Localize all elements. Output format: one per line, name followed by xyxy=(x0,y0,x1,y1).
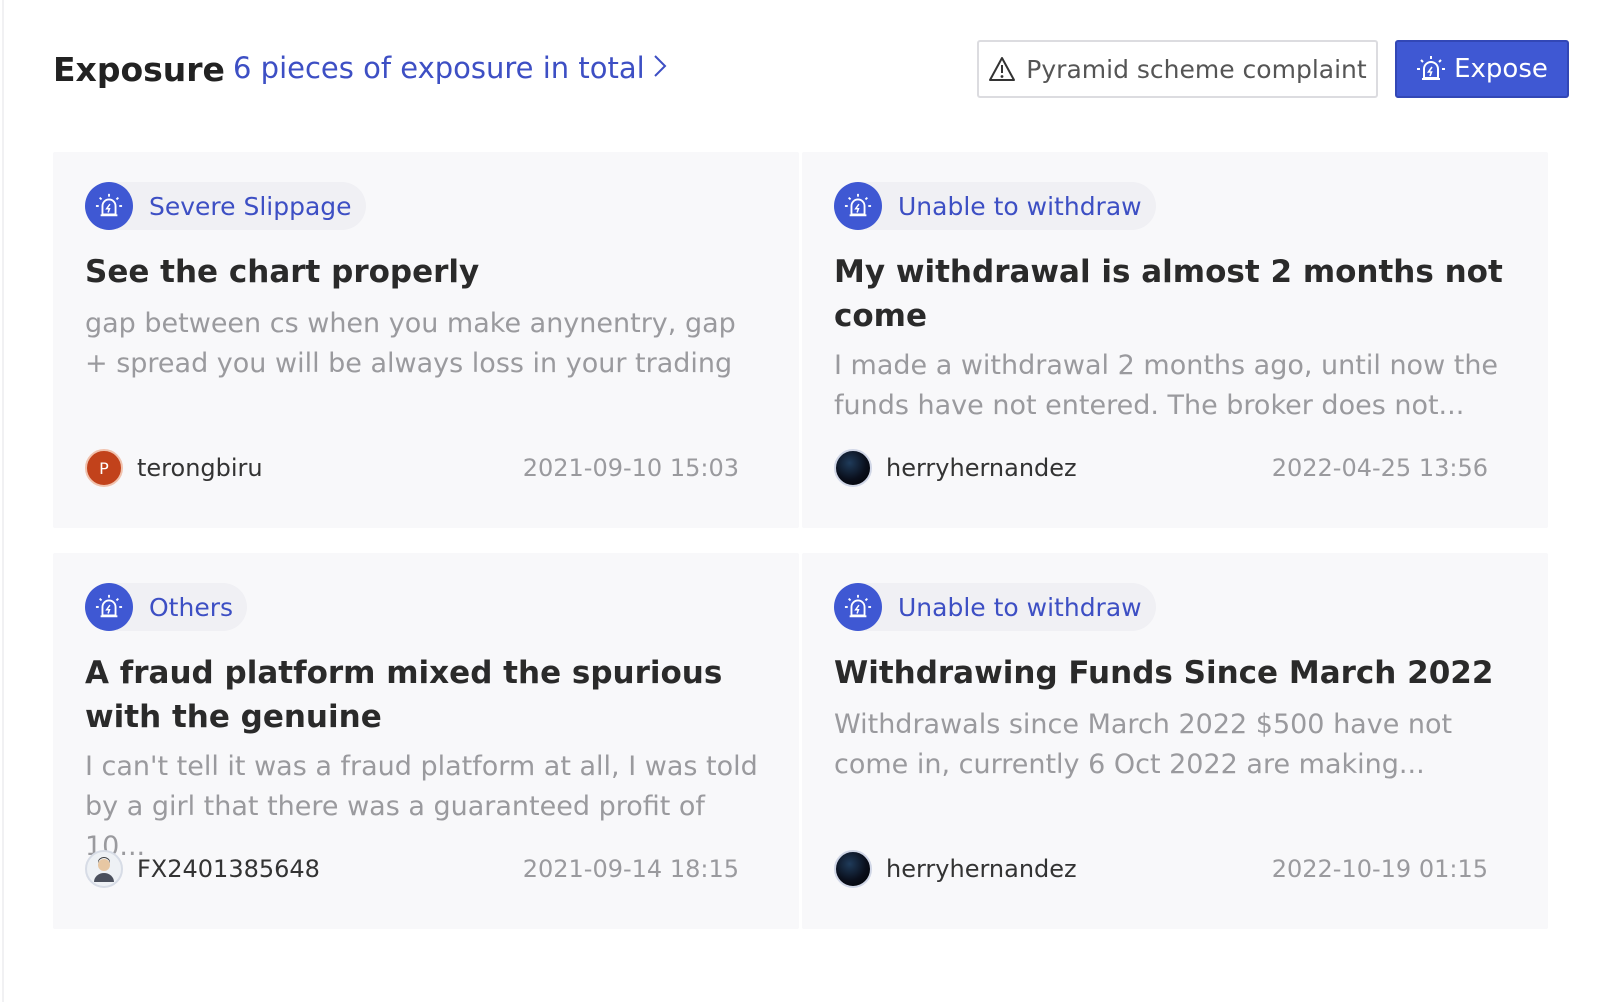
card-title: See the chart properly xyxy=(85,254,480,290)
author-name[interactable]: FX2401385648 xyxy=(137,855,320,883)
pyramid-scheme-complaint-button[interactable]: Pyramid scheme complaint xyxy=(977,40,1378,98)
card-excerpt: I made a withdrawal 2 months ago, until … xyxy=(834,350,1499,421)
card-footer: FX2401385648 2021-09-14 18:15 xyxy=(85,849,739,889)
exposure-card[interactable]: Unable to withdraw Withdrawing Funds Sin… xyxy=(802,553,1548,929)
expose-button[interactable]: Expose xyxy=(1395,40,1569,98)
avatar xyxy=(85,850,123,888)
avatar xyxy=(834,449,872,487)
post-date: 2022-04-25 13:56 xyxy=(1271,454,1488,482)
category-tag-label: Unable to withdraw xyxy=(898,191,1142,221)
card-title: My withdrawal is almost 2 months not com… xyxy=(834,254,1503,334)
card-footer: P terongbiru 2021-09-10 15:03 xyxy=(85,448,739,488)
card-excerpt: gap between cs when you make anynentry, … xyxy=(85,308,736,379)
category-tag-label: Others xyxy=(149,592,234,622)
card-excerpt: Withdrawals since March 2022 $500 have n… xyxy=(834,709,1453,780)
left-divider xyxy=(2,0,4,1002)
alarm-icon xyxy=(85,583,133,631)
category-tag: Others xyxy=(85,583,248,631)
category-tag-label: Severe Slippage xyxy=(149,191,352,221)
alarm-icon xyxy=(1416,54,1446,84)
category-tag-label: Unable to withdraw xyxy=(898,592,1142,622)
exposure-card[interactable]: Others A fraud platform mixed the spurio… xyxy=(53,553,799,929)
section-title: Exposure xyxy=(53,50,225,89)
complaint-button-label: Pyramid scheme complaint xyxy=(1026,54,1367,84)
avatar: P xyxy=(85,449,123,487)
author-name[interactable]: herryhernandez xyxy=(886,454,1077,482)
card-footer: herryhernandez 2022-10-19 01:15 xyxy=(834,849,1488,889)
alarm-icon xyxy=(834,182,882,230)
exposure-page: Exposure 6 pieces of exposure in total P… xyxy=(0,0,1610,1002)
exposure-header: Exposure 6 pieces of exposure in total P… xyxy=(53,38,1570,100)
alarm-icon xyxy=(85,182,133,230)
avatar-letter: P xyxy=(99,458,109,478)
total-exposure-link[interactable]: 6 pieces of exposure in total xyxy=(233,51,667,85)
total-exposure-label: 6 pieces of exposure in total xyxy=(233,51,645,85)
alarm-icon xyxy=(834,583,882,631)
card-footer: herryhernandez 2022-04-25 13:56 xyxy=(834,448,1488,488)
user-avatar-icon xyxy=(94,857,114,882)
author-name[interactable]: terongbiru xyxy=(137,454,263,482)
post-date: 2021-09-10 15:03 xyxy=(522,454,739,482)
card-title: Withdrawing Funds Since March 2022 xyxy=(834,655,1494,691)
card-title: A fraud platform mixed the spurious with… xyxy=(85,655,723,735)
expose-button-label: Expose xyxy=(1454,54,1548,84)
post-date: 2022-10-19 01:15 xyxy=(1271,855,1488,883)
exposure-card[interactable]: Unable to withdraw My withdrawal is almo… xyxy=(802,152,1548,528)
avatar xyxy=(834,850,872,888)
exposure-card[interactable]: Severe Slippage See the chart properly g… xyxy=(53,152,799,528)
warning-icon xyxy=(988,56,1016,82)
chevron-right-icon xyxy=(653,51,667,85)
author-name[interactable]: herryhernandez xyxy=(886,855,1077,883)
category-tag: Unable to withdraw xyxy=(834,182,1156,230)
category-tag: Unable to withdraw xyxy=(834,583,1156,631)
category-tag: Severe Slippage xyxy=(85,182,366,230)
post-date: 2021-09-14 18:15 xyxy=(522,855,739,883)
